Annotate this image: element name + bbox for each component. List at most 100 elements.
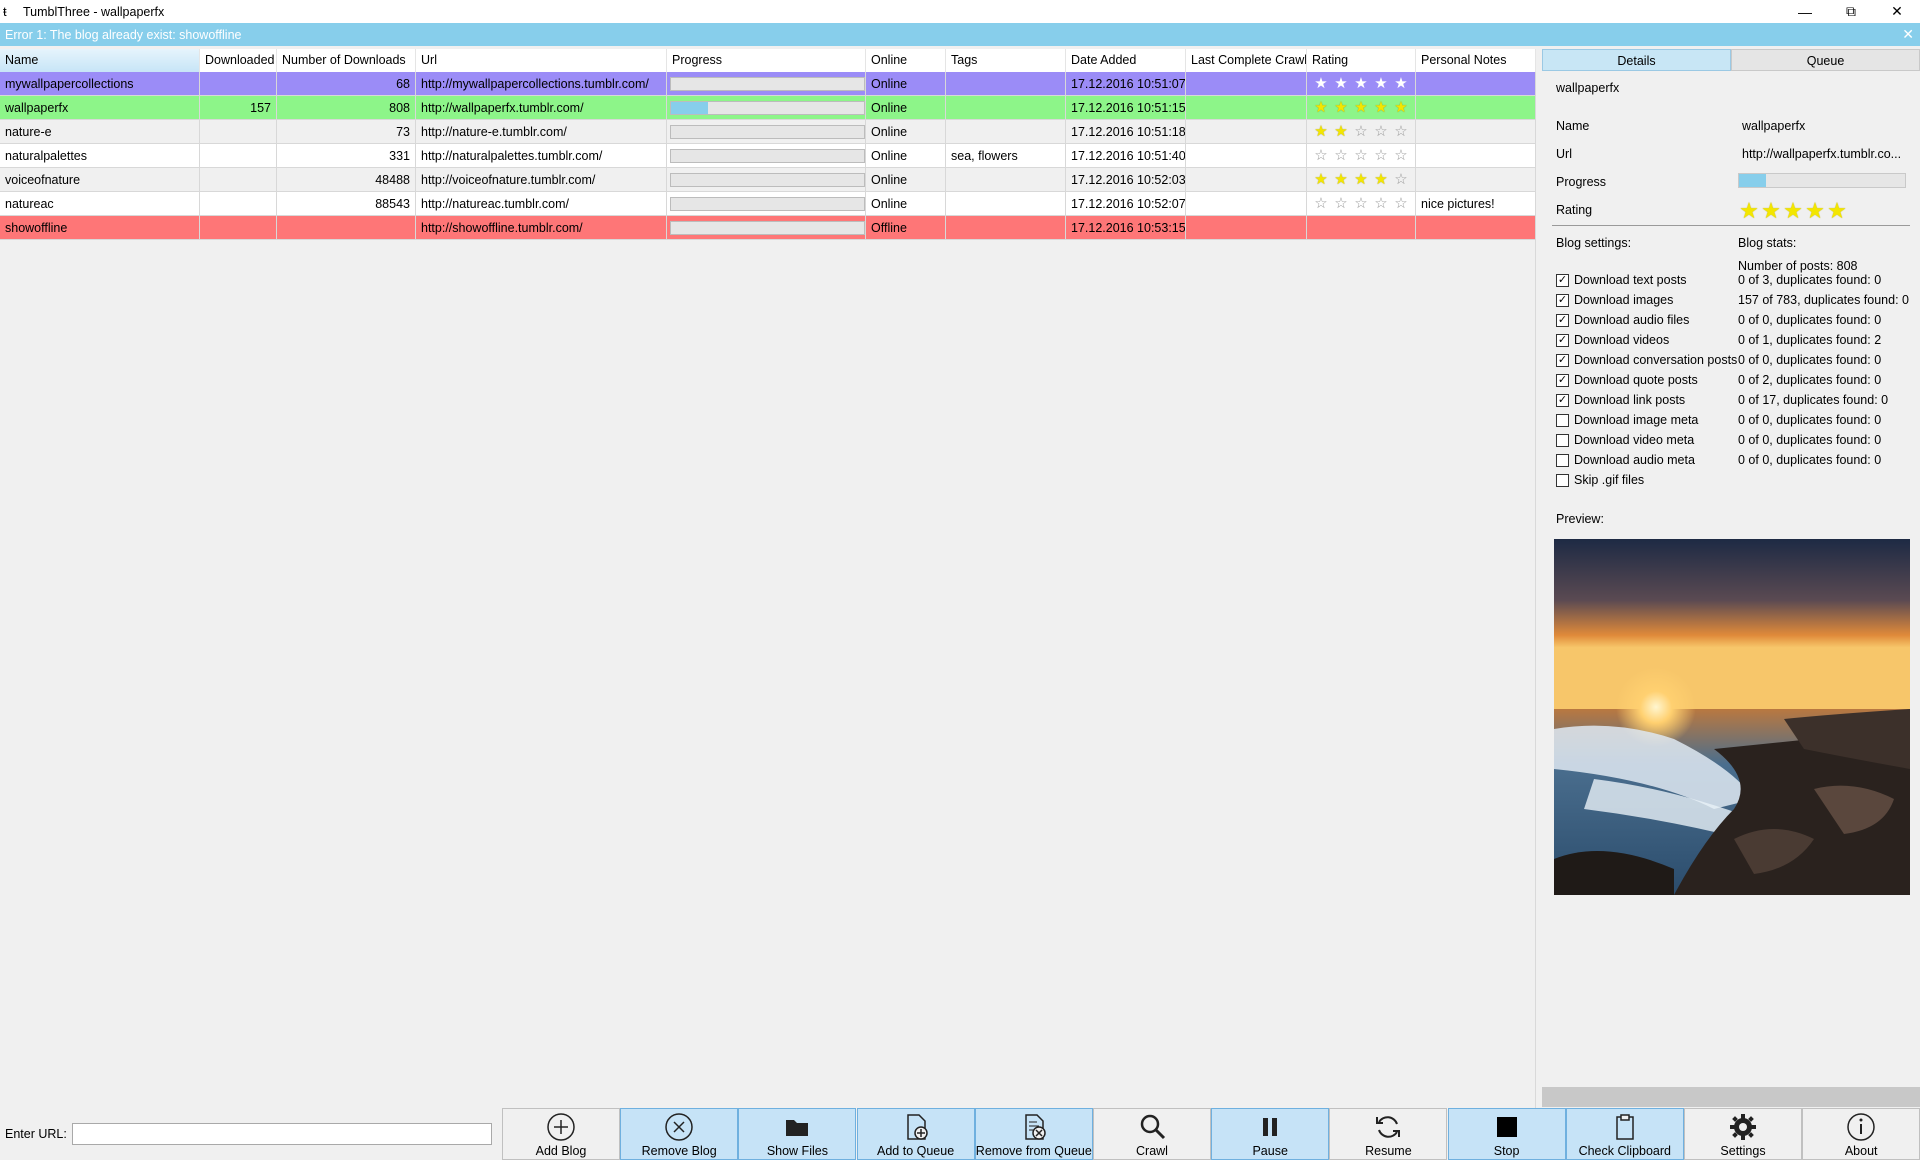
star-icon[interactable]: ★ [1331, 96, 1351, 119]
star-icon[interactable]: ★ [1311, 72, 1331, 95]
setting-label[interactable]: Skip .gif files [1574, 473, 1644, 487]
setting-checkbox[interactable] [1556, 434, 1569, 447]
header-col-progress[interactable]: Progress [667, 49, 866, 72]
rating-stars[interactable]: ★ ★ ★ ★ ★ [1738, 198, 1848, 224]
setting-checkbox[interactable] [1556, 454, 1569, 467]
setting-label[interactable]: Download videos [1574, 333, 1669, 347]
star-icon[interactable]: ☆ [1331, 192, 1351, 215]
setting-label[interactable]: Download video meta [1574, 433, 1694, 447]
rating-stars[interactable]: ★ ★ ★ ★ ☆ [1311, 168, 1411, 191]
header-col-url[interactable]: Url [416, 49, 667, 72]
setting-label[interactable]: Download quote posts [1574, 373, 1698, 387]
check-clipboard-button[interactable]: Check Clipboard [1565, 1108, 1684, 1160]
star-icon[interactable]: ★ [1351, 168, 1371, 191]
star-icon[interactable]: ☆ [1351, 192, 1371, 215]
header-col-personal-notes[interactable]: Personal Notes [1416, 49, 1536, 72]
star-icon[interactable]: ☆ [1311, 144, 1331, 167]
star-icon[interactable]: ★ [1738, 198, 1760, 224]
setting-label[interactable]: Download link posts [1574, 393, 1685, 407]
setting-checkbox[interactable]: ✓ [1556, 374, 1569, 387]
setting-checkbox[interactable]: ✓ [1556, 354, 1569, 367]
setting-checkbox[interactable]: ✓ [1556, 314, 1569, 327]
crawl-button[interactable]: Crawl [1093, 1108, 1211, 1160]
header-col-rating[interactable]: Rating [1307, 49, 1416, 72]
restore-icon[interactable]: ⧉ [1828, 0, 1874, 23]
setting-label[interactable]: Download conversation posts [1574, 353, 1737, 367]
star-icon[interactable]: ☆ [1391, 120, 1411, 143]
header-col-last-complete-crawl[interactable]: Last Complete Crawl [1186, 49, 1307, 72]
star-icon[interactable]: ★ [1391, 72, 1411, 95]
header-col-downloaded[interactable]: Downloaded [200, 49, 277, 72]
table-row[interactable]: mywallpapercollections 68 http://mywallpap… [0, 72, 1536, 96]
star-icon[interactable]: ☆ [1311, 192, 1331, 215]
remove-blog-button[interactable]: Remove Blog [620, 1108, 739, 1160]
star-icon[interactable]: ★ [1782, 198, 1804, 224]
stop-button[interactable]: Stop [1447, 1108, 1566, 1160]
about-button[interactable]: About [1802, 1108, 1920, 1160]
table-row[interactable]: naturalpalettes 331 http://naturalpalettes… [0, 144, 1536, 168]
star-icon[interactable]: ★ [1371, 96, 1391, 119]
pause-button[interactable]: Pause [1211, 1108, 1330, 1160]
setting-label[interactable]: Download text posts [1574, 273, 1687, 287]
setting-checkbox[interactable] [1556, 474, 1569, 487]
star-icon[interactable]: ★ [1371, 72, 1391, 95]
setting-label[interactable]: Download image meta [1574, 413, 1698, 427]
add-blog-button[interactable]: Add Blog [502, 1108, 620, 1160]
star-icon[interactable]: ☆ [1391, 168, 1411, 191]
header-col-number-of-downloads[interactable]: Number of Downloads [277, 49, 416, 72]
star-icon[interactable]: ☆ [1351, 144, 1371, 167]
minimize-icon[interactable]: — [1782, 0, 1828, 23]
resume-button[interactable]: Resume [1329, 1108, 1448, 1160]
star-icon[interactable]: ☆ [1391, 144, 1411, 167]
star-icon[interactable]: ★ [1311, 96, 1331, 119]
header-col-online[interactable]: Online [866, 49, 946, 72]
show-files-button[interactable]: Show Files [738, 1108, 857, 1160]
rating-stars[interactable]: ★ ★ ★ ★ ★ [1311, 72, 1411, 95]
setting-checkbox[interactable] [1556, 414, 1569, 427]
table-row[interactable]: natureac 88543 http://natureac.tumblr.com/… [0, 192, 1536, 216]
star-icon[interactable]: ★ [1331, 168, 1351, 191]
settings-button[interactable]: Settings [1684, 1108, 1802, 1160]
star-icon[interactable]: ★ [1760, 198, 1782, 224]
setting-checkbox[interactable]: ✓ [1556, 294, 1569, 307]
tab-details[interactable]: Details [1542, 49, 1731, 71]
star-icon[interactable]: ★ [1351, 96, 1371, 119]
rating-stars[interactable]: ★ ★ ☆ ☆ ☆ [1311, 120, 1411, 143]
header-col-date-added[interactable]: Date Added [1066, 49, 1186, 72]
star-icon[interactable]: ★ [1391, 96, 1411, 119]
table-row[interactable]: showoffline http://showoffline.tumblr.com… [0, 216, 1536, 240]
star-icon[interactable]: ★ [1351, 72, 1371, 95]
setting-label[interactable]: Download audio meta [1574, 453, 1695, 467]
table-row[interactable]: wallpaperfx 157 808 http://wallpaperfx.tumb… [0, 96, 1536, 120]
setting-checkbox[interactable]: ✓ [1556, 274, 1569, 287]
url-input[interactable] [72, 1123, 492, 1145]
header-col-tags[interactable]: Tags [946, 49, 1066, 72]
star-icon[interactable]: ☆ [1331, 144, 1351, 167]
table-row[interactable]: nature-e 73 http://nature-e.tumblr.com/Onl… [0, 120, 1536, 144]
star-icon[interactable]: ★ [1331, 120, 1351, 143]
close-error-icon[interactable]: ✕ [1902, 26, 1914, 43]
star-icon[interactable]: ☆ [1371, 144, 1391, 167]
setting-checkbox[interactable]: ✓ [1556, 334, 1569, 347]
horizontal-scrollbar[interactable] [1542, 1087, 1920, 1107]
star-icon[interactable]: ★ [1826, 198, 1848, 224]
close-window-icon[interactable]: ✕ [1874, 0, 1920, 23]
star-icon[interactable]: ☆ [1371, 120, 1391, 143]
table-row[interactable]: voiceofnature 48488 http://voiceofnature.t… [0, 168, 1536, 192]
star-icon[interactable]: ★ [1331, 72, 1351, 95]
add-to-queue-button[interactable]: Add to Queue [856, 1108, 975, 1160]
star-icon[interactable]: ☆ [1391, 192, 1411, 215]
rating-stars[interactable]: ☆ ☆ ☆ ☆ ☆ [1311, 192, 1411, 215]
star-icon[interactable]: ★ [1311, 120, 1331, 143]
tab-queue[interactable]: Queue [1731, 49, 1920, 71]
rating-stars[interactable]: ☆ ☆ ☆ ☆ ☆ [1311, 144, 1411, 167]
header-col-name[interactable]: Name [0, 49, 200, 72]
star-icon[interactable]: ★ [1371, 168, 1391, 191]
setting-checkbox[interactable]: ✓ [1556, 394, 1569, 407]
setting-label[interactable]: Download images [1574, 293, 1673, 307]
rating-stars[interactable]: ★ ★ ★ ★ ★ [1311, 96, 1411, 119]
star-icon[interactable]: ☆ [1371, 192, 1391, 215]
setting-label[interactable]: Download audio files [1574, 313, 1689, 327]
star-icon[interactable]: ☆ [1351, 120, 1371, 143]
remove-from-queue-button[interactable]: Remove from Queue [974, 1108, 1093, 1160]
